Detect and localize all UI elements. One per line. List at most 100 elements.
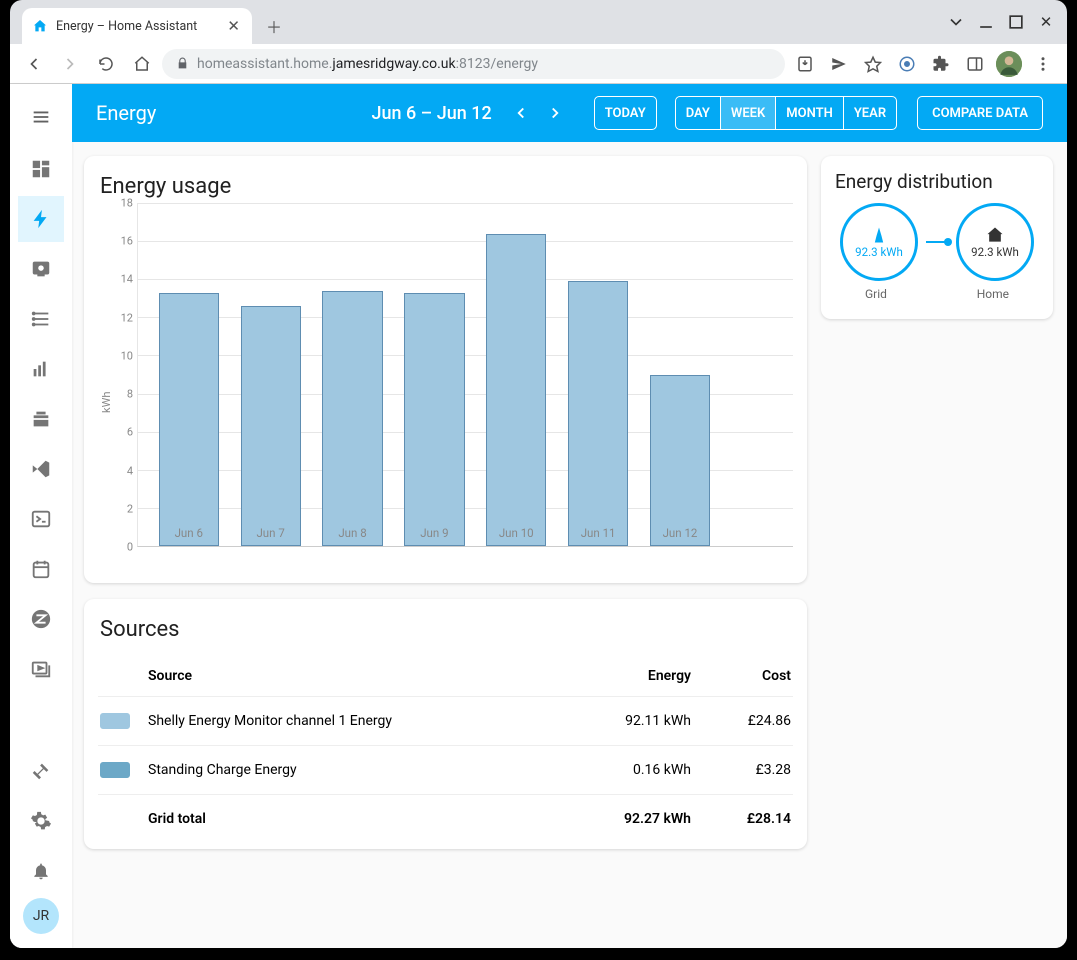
source-energy: 92.11 kWh xyxy=(551,713,691,729)
period-week[interactable]: WEEK xyxy=(721,97,776,129)
new-tab-button[interactable]: ＋ xyxy=(260,12,288,40)
chart-yaxis: 024681012141618 xyxy=(113,203,137,573)
chart-xtick: Jun 10 xyxy=(499,526,534,540)
period-year[interactable]: YEAR xyxy=(844,97,896,129)
app-root: JR Energy Jun 6 – Jun 12 TODAY xyxy=(10,84,1067,948)
chart-ytick: 18 xyxy=(121,197,133,210)
sources-header-row: Source Energy Cost xyxy=(98,656,793,696)
chevron-down-icon[interactable] xyxy=(943,12,969,32)
sidebar-item-hacs[interactable] xyxy=(18,396,64,442)
energy-usage-card: Energy usage kWh 024681012141618 Jun 6Ju… xyxy=(84,156,807,583)
source-name: Shelly Energy Monitor channel 1 Energy xyxy=(148,713,551,729)
distribution-connector xyxy=(926,241,948,243)
chart-ylabel: kWh xyxy=(98,203,113,573)
window-minimize-button[interactable] xyxy=(973,12,999,32)
chart-ytick: 10 xyxy=(121,349,133,362)
kebab-menu-icon[interactable] xyxy=(1027,48,1059,80)
next-period-button[interactable] xyxy=(540,98,570,128)
energy-usage-chart: kWh 024681012141618 Jun 6Jun 7Jun 8Jun 9… xyxy=(98,203,793,573)
sources-row[interactable]: Shelly Energy Monitor channel 1 Energy92… xyxy=(98,696,793,745)
sidebar-item-terminal[interactable] xyxy=(18,496,64,542)
sidebar-item-notifications[interactable] xyxy=(18,848,64,894)
sources-total-cost: £28.14 xyxy=(691,811,791,827)
chart-ytick: 0 xyxy=(127,541,133,554)
period-today[interactable]: TODAY xyxy=(595,97,656,129)
period-day[interactable]: DAY xyxy=(676,97,721,129)
sidebar-item-vscode[interactable] xyxy=(18,446,64,492)
profile-avatar[interactable] xyxy=(993,48,1025,80)
chart-bar[interactable] xyxy=(322,291,382,546)
sidebar-item-calendar[interactable] xyxy=(18,546,64,592)
sidebar-item-map[interactable] xyxy=(18,246,64,292)
browser-toolbar: homeassistant.home.jamesridgway.co.uk:81… xyxy=(10,44,1067,84)
distribution-home-node[interactable]: 92.3 kWh xyxy=(956,203,1034,281)
energy-header: Energy Jun 6 – Jun 12 TODAY DAY WEEK xyxy=(72,84,1067,142)
extensions-icon[interactable] xyxy=(925,48,957,80)
chart-bar[interactable] xyxy=(486,234,546,547)
source-cost: £24.86 xyxy=(691,713,791,729)
chart-bar[interactable] xyxy=(159,293,219,546)
sidebar-item-zigbee[interactable] xyxy=(18,596,64,642)
lock-icon xyxy=(176,57,189,70)
compare-data-button[interactable]: COMPARE DATA xyxy=(917,96,1043,130)
close-tab-icon[interactable]: ✕ xyxy=(227,17,240,35)
distribution-grid-label: Grid xyxy=(865,287,887,301)
reload-button[interactable] xyxy=(90,48,122,80)
chart-ytick: 8 xyxy=(127,388,133,401)
main-column: Energy Jun 6 – Jun 12 TODAY DAY WEEK xyxy=(72,84,1067,948)
chart-ytick: 4 xyxy=(127,464,133,477)
chart-bar[interactable] xyxy=(568,281,628,546)
home-button[interactable] xyxy=(126,48,158,80)
chart-xtick: Jun 11 xyxy=(581,526,616,540)
source-cost: £3.28 xyxy=(691,762,791,778)
tab-strip: Energy – Home Assistant ✕ ＋ ✕ xyxy=(10,0,1067,44)
chart-ytick: 14 xyxy=(121,273,133,286)
forward-button[interactable] xyxy=(54,48,86,80)
hamburger-menu-icon[interactable] xyxy=(18,92,64,142)
install-app-icon[interactable] xyxy=(789,48,821,80)
distribution-title: Energy distribution xyxy=(835,170,1039,193)
window-close-button[interactable]: ✕ xyxy=(1033,12,1059,32)
back-button[interactable] xyxy=(18,48,50,80)
source-name: Standing Charge Energy xyxy=(148,762,551,778)
tracker-shield-icon[interactable] xyxy=(891,48,923,80)
browser-tab[interactable]: Energy – Home Assistant ✕ xyxy=(22,8,252,44)
chart-xtick: Jun 7 xyxy=(256,526,284,540)
chart-xtick: Jun 9 xyxy=(420,526,448,540)
window-maximize-button[interactable] xyxy=(1003,12,1029,32)
side-panel-icon[interactable] xyxy=(959,48,991,80)
home-icon xyxy=(985,225,1005,245)
sidebar-item-history[interactable] xyxy=(18,346,64,392)
chart-xtick: Jun 12 xyxy=(663,526,698,540)
distribution-home-label: Home xyxy=(977,287,1009,301)
sidebar-user-badge[interactable]: JR xyxy=(23,898,59,934)
energy-distribution-card: Energy distribution 92.3 kWh 92.3 kWh xyxy=(821,156,1053,319)
chart-bar[interactable] xyxy=(404,293,464,546)
date-range: Jun 6 – Jun 12 xyxy=(371,103,491,124)
sidebar-item-overview[interactable] xyxy=(18,146,64,192)
distribution-grid-node[interactable]: 92.3 kWh xyxy=(840,203,918,281)
sidebar-item-energy[interactable] xyxy=(18,196,64,242)
sidebar-item-media[interactable] xyxy=(18,646,64,692)
period-month[interactable]: MONTH xyxy=(776,97,844,129)
chart-xtick: Jun 6 xyxy=(175,526,203,540)
send-icon[interactable] xyxy=(823,48,855,80)
sidebar-item-settings[interactable] xyxy=(18,798,64,844)
chart-plot-area[interactable]: Jun 6Jun 7Jun 8Jun 9Jun 10Jun 11Jun 12 xyxy=(137,203,793,547)
source-swatch xyxy=(100,713,130,729)
prev-period-button[interactable] xyxy=(506,98,536,128)
sources-row[interactable]: Standing Charge Energy0.16 kWh£3.28 xyxy=(98,745,793,794)
sources-header-source: Source xyxy=(148,668,551,684)
sources-total-name: Grid total xyxy=(148,811,551,827)
today-button-group: TODAY xyxy=(594,96,657,130)
avatar-image xyxy=(996,51,1022,77)
sources-header-cost: Cost xyxy=(691,668,791,684)
bookmark-star-icon[interactable] xyxy=(857,48,889,80)
chart-bar[interactable] xyxy=(241,306,301,546)
sidebar-item-devtools[interactable] xyxy=(18,748,64,794)
browser-window: Energy – Home Assistant ✕ ＋ ✕ xyxy=(10,0,1067,948)
url-text: homeassistant.home.jamesridgway.co.uk:81… xyxy=(197,56,538,72)
sidebar-item-logbook[interactable] xyxy=(18,296,64,342)
page-body: Energy usage kWh 024681012141618 Jun 6Ju… xyxy=(72,142,1067,948)
url-bar[interactable]: homeassistant.home.jamesridgway.co.uk:81… xyxy=(162,49,785,79)
